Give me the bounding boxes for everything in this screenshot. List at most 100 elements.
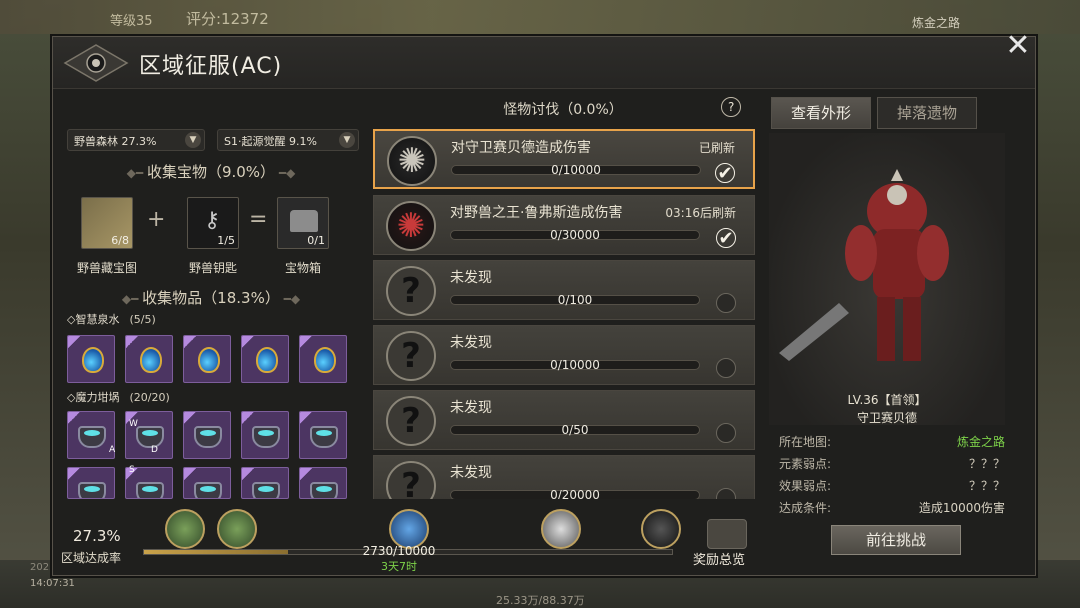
item-slot-cauldron[interactable] xyxy=(183,411,231,459)
quest-row[interactable]: ? 未发现 0/50 xyxy=(373,390,755,450)
unknown-icon: ? xyxy=(386,331,436,381)
quest-list[interactable]: ✺ 对守卫赛贝德造成伤害 已刷新 0/10000 ✔ ✺ 对野兽之王·鲁弗斯造成… xyxy=(373,129,755,499)
info-value: 造成10000伤害 xyxy=(918,501,1005,515)
close-button[interactable]: ✕ xyxy=(1001,29,1035,63)
treasure-label: 野兽藏宝图 xyxy=(76,261,137,275)
exp-readout: 25.33万/88.37万 xyxy=(496,594,585,607)
empty-check-icon xyxy=(716,293,736,313)
reward-chest-icon[interactable] xyxy=(707,519,747,549)
cauldron-icon xyxy=(78,426,106,448)
treasure-label: 野兽钥匙 xyxy=(188,261,237,275)
player-score: 评分:12372 xyxy=(186,10,269,28)
item-slot-cauldron[interactable] xyxy=(67,411,115,459)
quest-name: 未发现 xyxy=(450,335,492,351)
milestone-reward-node[interactable] xyxy=(217,509,257,549)
item-slot-cauldron[interactable] xyxy=(241,411,289,459)
cauldron-icon xyxy=(136,482,164,498)
empty-check-icon xyxy=(716,488,736,499)
quest-progress: 0/100 xyxy=(557,293,593,307)
info-row: 效果弱点: ？？？ xyxy=(779,477,1005,494)
quest-progress: 0/30000 xyxy=(550,228,600,242)
treasure-title-text: 收集宝物（9.0%） xyxy=(146,163,276,181)
boss-portrait xyxy=(779,169,949,361)
clock: 14:07:31 xyxy=(30,578,75,589)
info-row: 达成条件: 造成10000伤害 xyxy=(779,499,1005,516)
milestone-reward-node[interactable] xyxy=(641,509,681,549)
milestone-reward-node[interactable] xyxy=(165,509,205,549)
progress-value: 2730/10000 xyxy=(362,544,436,558)
group-count: (20/20) xyxy=(129,391,170,404)
treasure-chest-slot[interactable]: 0/1 xyxy=(277,197,329,249)
item-group-header: ◇魔力坩埚 (20/20) xyxy=(67,389,170,405)
unknown-icon: ? xyxy=(386,266,436,316)
season-dropdown[interactable]: S1·起源觉醒 9.1% ▼ xyxy=(217,129,359,151)
item-slot-cauldron[interactable] xyxy=(241,467,289,499)
help-glyph: ? xyxy=(727,100,735,114)
item-slot-cauldron[interactable] xyxy=(67,467,115,499)
key-hint-d: D xyxy=(151,445,158,455)
potion-icon xyxy=(314,347,336,373)
emblem-icon xyxy=(63,44,129,82)
quest-row[interactable]: ✺ 对守卫赛贝德造成伤害 已刷新 0/10000 ✔ xyxy=(373,129,755,189)
info-value: ？？？ xyxy=(968,457,1005,471)
info-row: 所在地图: 炼金之路 xyxy=(779,433,1005,450)
quest-progress: 0/10000 xyxy=(551,163,601,177)
info-label: 效果弱点: xyxy=(779,479,832,493)
info-row: 元素弱点: ？？？ xyxy=(779,455,1005,472)
quest-status: 已刷新 xyxy=(698,141,735,155)
treasure-map-slot[interactable]: 6/8 xyxy=(81,197,133,249)
item-slot-potion[interactable] xyxy=(67,335,115,383)
key-hint-a: A xyxy=(109,445,116,455)
chevron-down-icon: ▼ xyxy=(339,132,355,148)
demon-mask-icon: ✺ xyxy=(387,136,437,186)
cauldron-icon xyxy=(194,482,222,498)
panel-header: 区域征服(AC) xyxy=(53,37,1035,89)
potion-icon xyxy=(198,347,220,373)
quest-name: 未发现 xyxy=(450,400,492,416)
challenge-button[interactable]: 前往挑战 xyxy=(831,525,961,555)
milestone-reward-node[interactable] xyxy=(389,509,429,549)
item-slot-cauldron[interactable] xyxy=(299,411,347,459)
chest-icon xyxy=(290,210,318,232)
item-slot-potion[interactable] xyxy=(299,335,347,383)
region-progress-fill xyxy=(144,550,289,554)
quest-row[interactable]: ? 未发现 0/20000 xyxy=(373,455,755,499)
boss-level: LV.36【首领】 xyxy=(847,393,927,407)
cauldron-icon xyxy=(310,482,338,498)
unknown-icon: ? xyxy=(386,396,436,446)
info-label: 元素弱点: xyxy=(779,457,832,471)
quest-progress: 0/50 xyxy=(561,423,589,437)
cauldron-icon xyxy=(78,482,106,498)
items-section-title: ◆━ 收集物品（18.3%） ━◆ xyxy=(121,289,301,307)
milestone-reward-node[interactable] xyxy=(541,509,581,549)
region-dropdown[interactable]: 野兽森林 27.3% ▼ xyxy=(67,129,205,151)
boss-name: 守卫赛贝德 xyxy=(856,411,917,425)
info-label: 达成条件: xyxy=(779,501,832,515)
item-slot-potion[interactable] xyxy=(183,335,231,383)
item-slot-cauldron[interactable] xyxy=(183,467,231,499)
cauldron-icon xyxy=(252,426,280,448)
info-value: 炼金之路 xyxy=(956,435,1005,449)
panel-title: 区域征服(AC) xyxy=(139,54,283,79)
quest-row[interactable]: ? 未发现 0/100 xyxy=(373,260,755,320)
item-slot-potion[interactable] xyxy=(125,335,173,383)
group-name: ◇智慧泉水 xyxy=(67,313,120,326)
empty-check-icon xyxy=(716,423,736,443)
boss-model-viewer[interactable] xyxy=(769,133,1005,425)
cauldron-icon xyxy=(194,426,222,448)
monster-hunt-title: 怪物讨伐（0.0%） xyxy=(503,102,623,118)
check-icon: ✔ xyxy=(716,228,736,248)
item-slot-potion[interactable] xyxy=(241,335,289,383)
reward-overview-button[interactable]: 奖励总览 xyxy=(693,549,745,568)
game-screen: 等级35 评分:12372 炼金之路 2025 14:07:31 25.33万/… xyxy=(0,0,1080,608)
potion-icon xyxy=(82,347,104,373)
beast-key-slot[interactable]: ⚷ 1/5 xyxy=(187,197,239,249)
item-slot-cauldron[interactable] xyxy=(299,467,347,499)
group-count: (5/5) xyxy=(129,313,156,326)
quest-row[interactable]: ? 未发现 0/10000 xyxy=(373,325,755,385)
tab-drops[interactable]: 掉落遗物 xyxy=(877,97,977,129)
quest-row[interactable]: ✺ 对野兽之王·鲁弗斯造成伤害 03:16后刷新 0/30000 ✔ xyxy=(373,195,755,255)
potion-icon xyxy=(140,347,162,373)
key-icon: ⚷ xyxy=(204,208,221,233)
tab-appearance[interactable]: 查看外形 xyxy=(771,97,871,129)
